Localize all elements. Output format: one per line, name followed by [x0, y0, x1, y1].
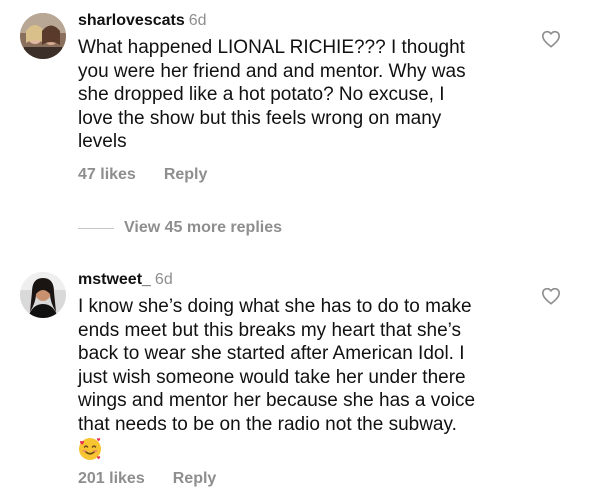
divider-line: [78, 227, 114, 229]
view-more-replies-button[interactable]: View 45 more replies: [78, 218, 282, 238]
reply-button[interactable]: Reply: [164, 165, 208, 185]
comment-meta: 47 likes Reply: [78, 165, 207, 185]
comment-text: What happened LIONAL RICHIE??? I thought…: [78, 37, 466, 152]
reply-button[interactable]: Reply: [173, 469, 217, 489]
avatar[interactable]: [20, 272, 66, 318]
comment-header: sharlovescats 6d: [78, 11, 207, 31]
smiling-face-with-hearts-emoji: 🥰: [77, 436, 103, 462]
comment-header: mstweet_ 6d: [78, 270, 173, 290]
heart-icon[interactable]: [541, 30, 561, 48]
username[interactable]: sharlovescats: [78, 12, 185, 29]
username[interactable]: mstweet_: [78, 271, 151, 288]
timestamp: 6d: [154, 271, 173, 288]
timestamp: 6d: [188, 12, 207, 29]
comment-meta: 201 likes Reply: [78, 469, 216, 489]
profile-photo-icon: [20, 13, 66, 59]
heart-icon[interactable]: [541, 287, 561, 305]
likes-count[interactable]: 47 likes: [78, 165, 136, 185]
comment-text: I know she’s doing what she has to do to…: [78, 296, 476, 435]
profile-photo-icon: [20, 272, 66, 318]
likes-count[interactable]: 201 likes: [78, 469, 145, 489]
avatar[interactable]: [20, 13, 66, 59]
view-more-label: View 45 more replies: [124, 219, 283, 236]
